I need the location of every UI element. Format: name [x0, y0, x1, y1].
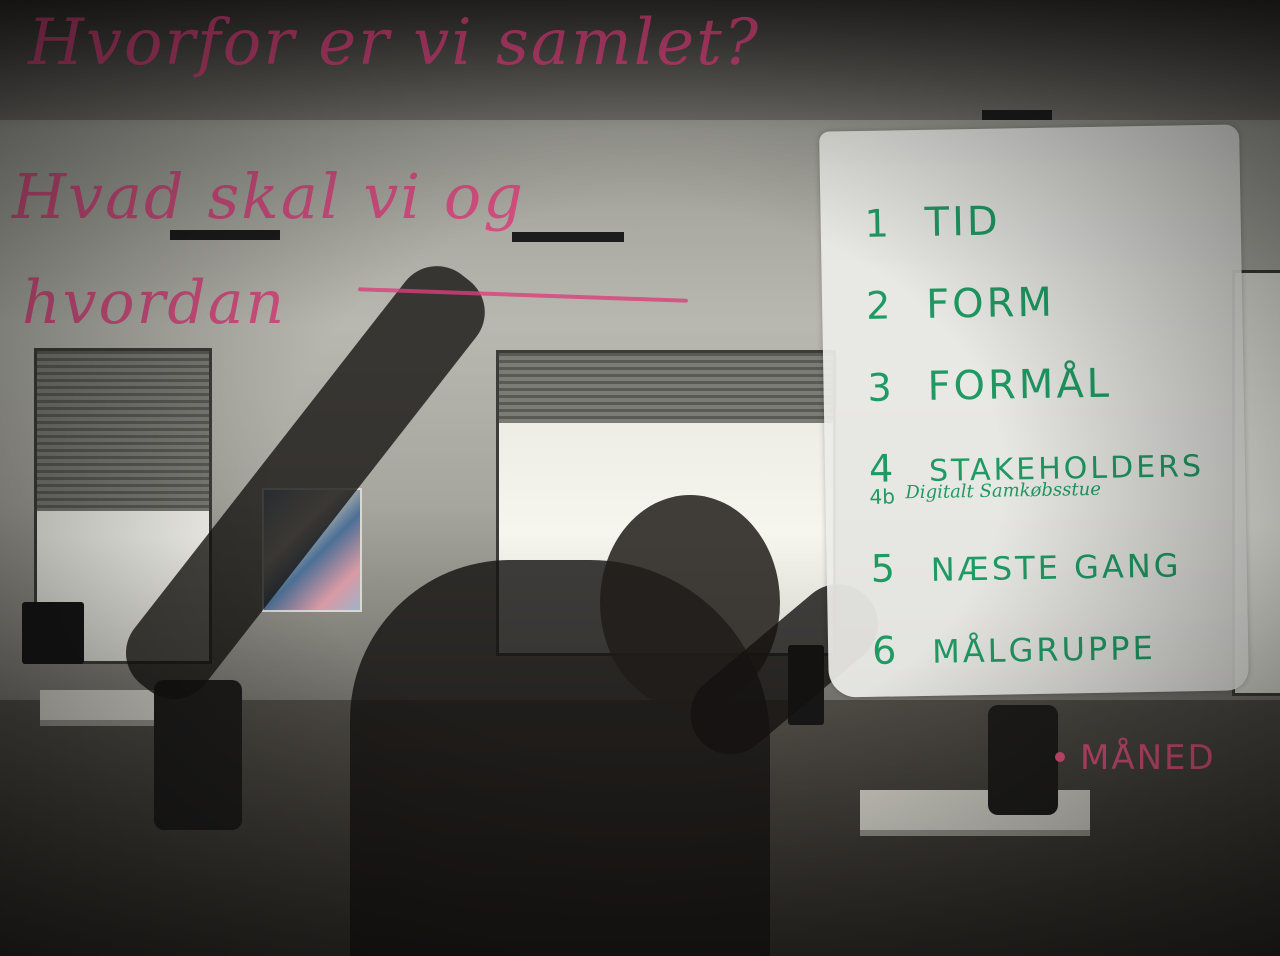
glass-note-month: MÅNED: [1080, 738, 1216, 778]
agenda-item: 2 FORM: [866, 277, 1202, 365]
agenda-list: 1 TID 2 FORM 3 FORMÅL 4 STAKEHOLDERS 4b Digi…: [864, 195, 1208, 711]
agenda-item-text: TID: [924, 198, 1002, 246]
glass-question-why: Hvorfor er vi samlet?: [28, 6, 761, 80]
office-chair: [154, 680, 242, 830]
ceiling-light: [512, 232, 624, 242]
agenda-item-text: NÆSTE GANG: [930, 546, 1182, 589]
agenda-item: 3 FORMÅL: [867, 359, 1203, 447]
agenda-item: 6 MÅLGRUPPE: [872, 623, 1208, 711]
agenda-subitem-number: 4b: [869, 484, 896, 509]
glass-question-what: Hvad skal vi og: [12, 160, 525, 233]
agenda-item-text: FORMÅL: [927, 360, 1113, 410]
computer-monitor: [22, 602, 84, 664]
marker-dot: [1055, 752, 1065, 762]
agenda-item-number: 2: [865, 283, 891, 328]
office-chair: [988, 705, 1058, 815]
office-photo: Hvorfor er vi samlet? Hvad skal vi og hv…: [0, 0, 1280, 956]
agenda-item-number: 3: [867, 365, 893, 410]
agenda-item: 1 TID: [864, 195, 1200, 283]
agenda-paper-sheet: 1 TID 2 FORM 3 FORMÅL 4 STAKEHOLDERS 4b Digi…: [819, 124, 1249, 698]
agenda-item-number: 5: [870, 546, 896, 591]
glass-question-how: hvordan: [22, 268, 287, 338]
agenda-item-text: MÅLGRUPPE: [931, 628, 1157, 671]
agenda-item-number: 6: [871, 628, 897, 673]
agenda-subitem-text: Digitalt Samkøbsstue: [905, 478, 1102, 504]
agenda-item-text: FORM: [925, 279, 1056, 328]
ceiling-light: [982, 110, 1052, 120]
agenda-item: 5 NÆSTE GANG: [870, 541, 1206, 629]
window-blinds: [37, 351, 209, 511]
agenda-item: 4 STAKEHOLDERS 4b Digitalt Samkøbsstue: [869, 441, 1206, 547]
agenda-item-number: 1: [864, 201, 890, 246]
window-blinds: [499, 353, 833, 423]
